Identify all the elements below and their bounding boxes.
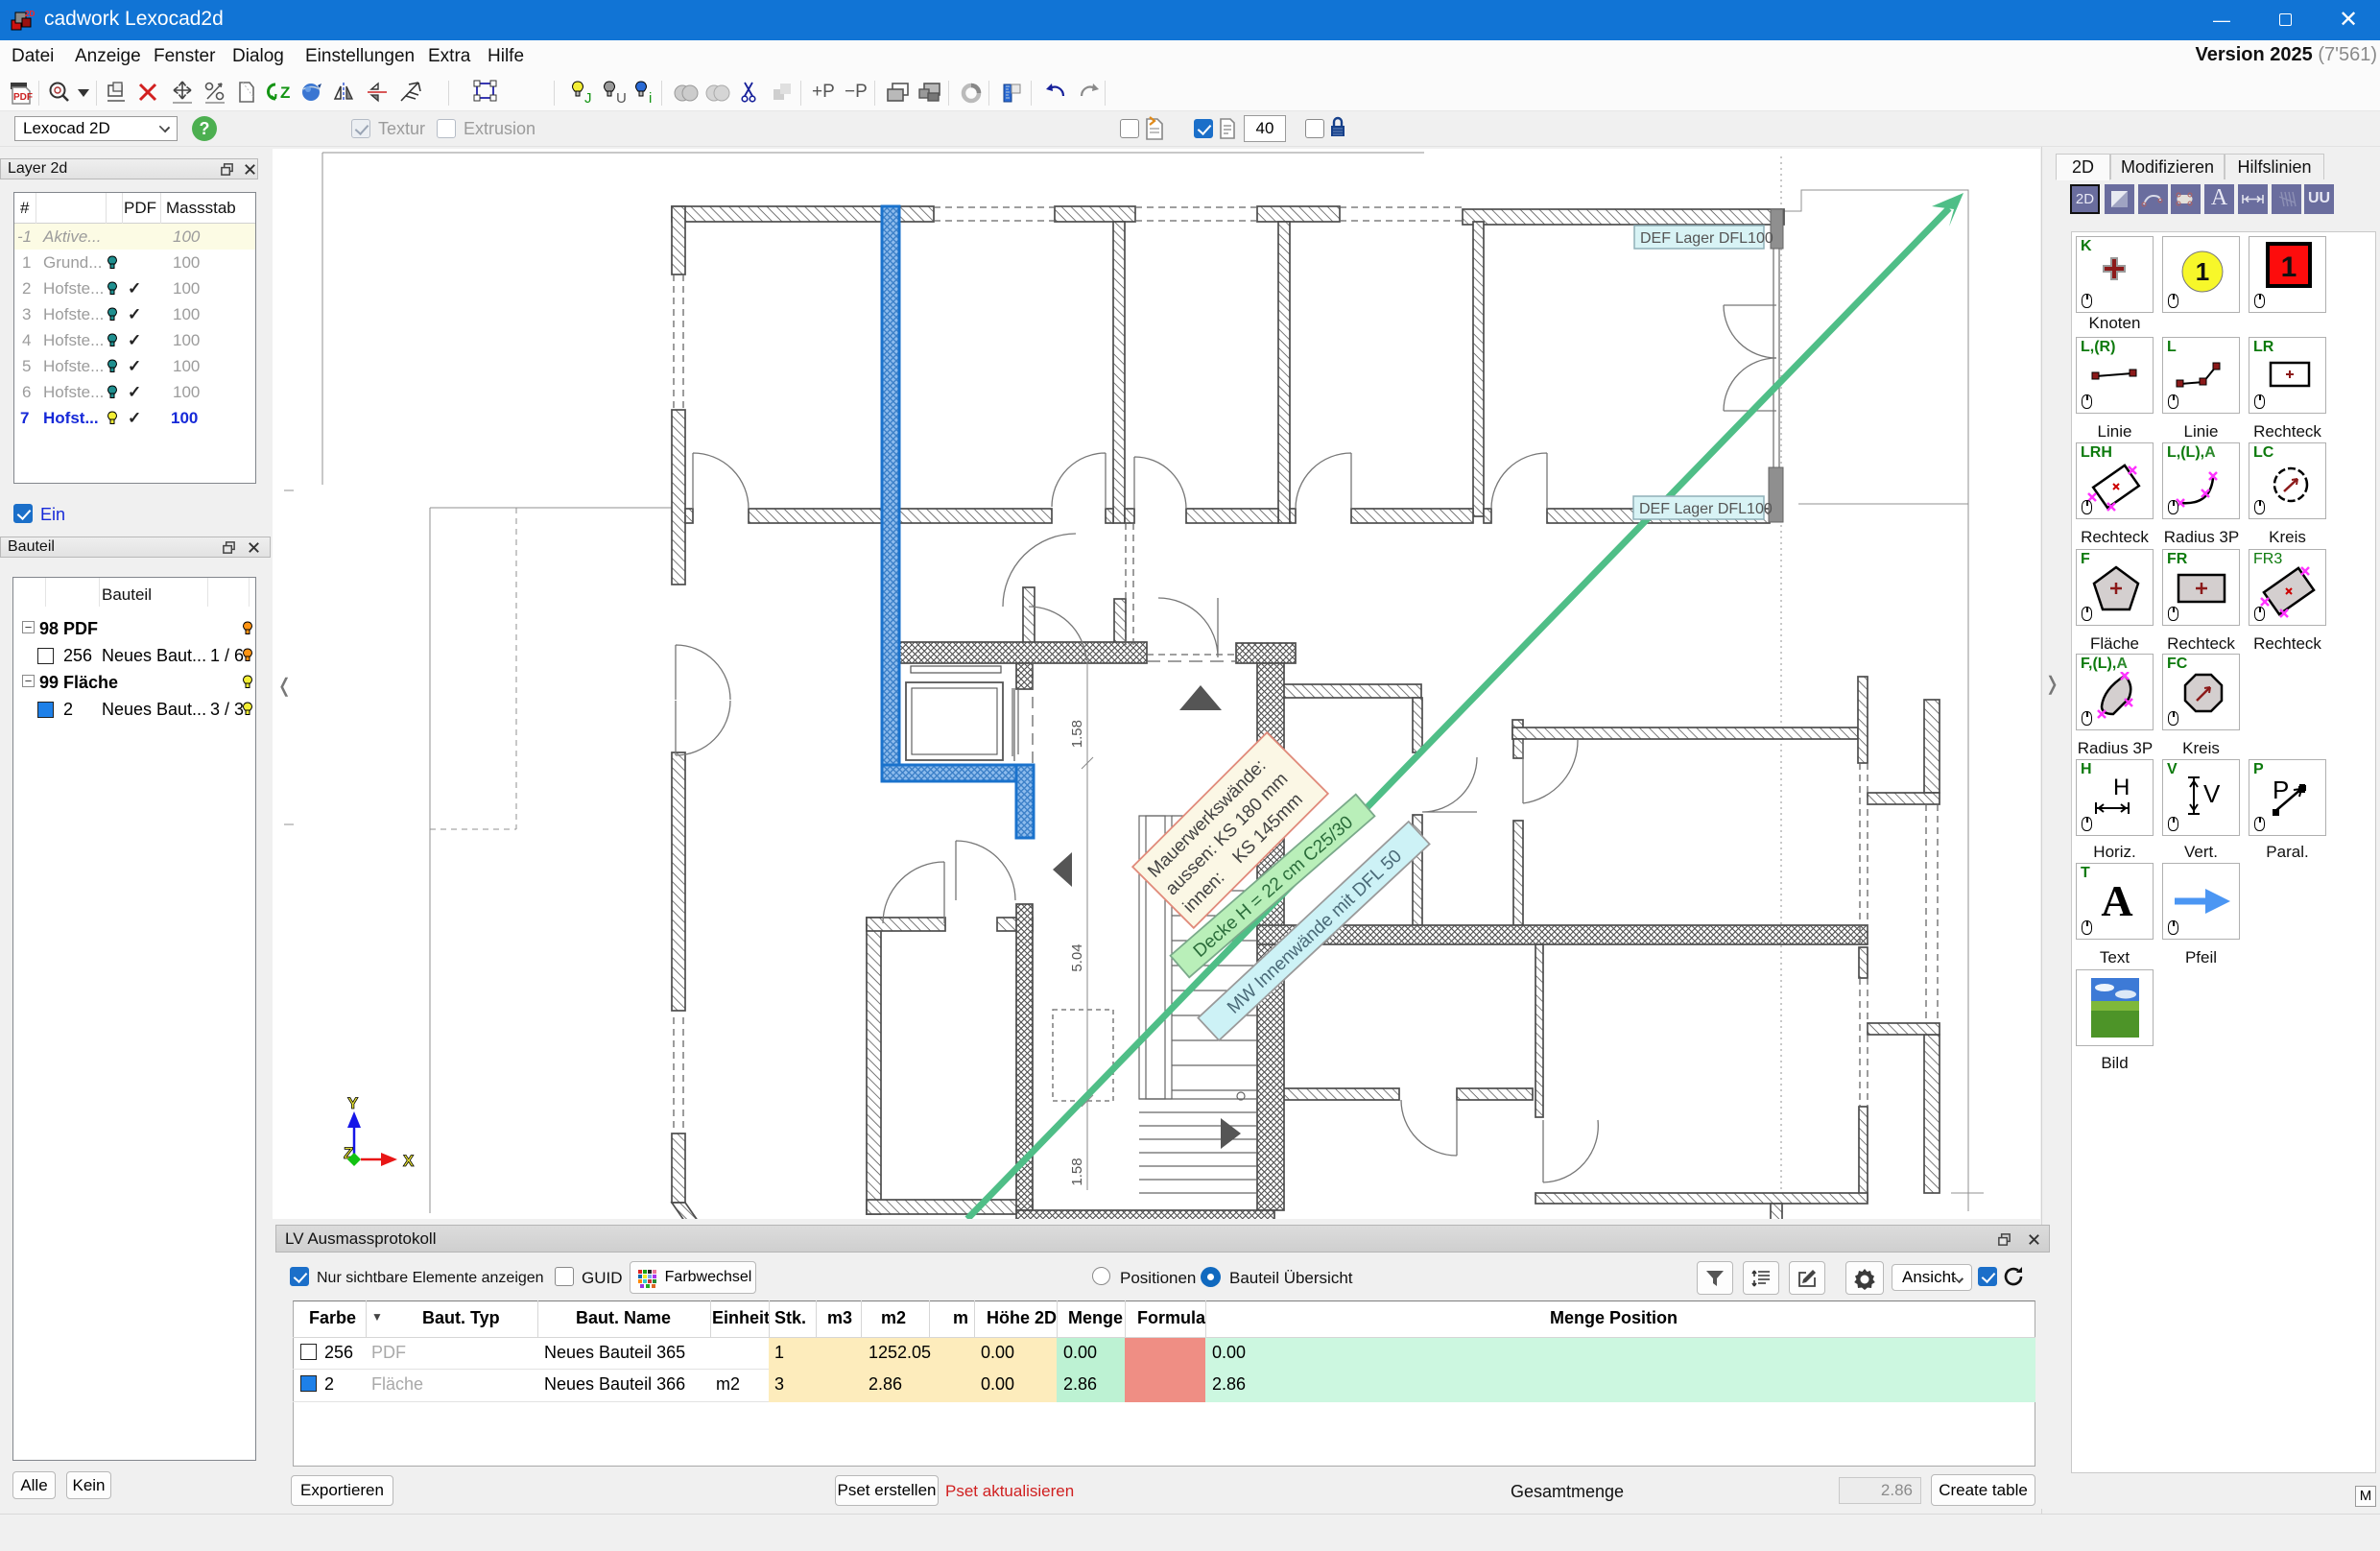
svg-text:1.58: 1.58 — [1069, 1157, 1085, 1185]
svg-text:1: 1 — [2281, 251, 2297, 283]
svg-text:1.58: 1.58 — [1069, 720, 1085, 748]
svg-text:X: X — [403, 1152, 415, 1170]
svg-text:A: A — [2101, 877, 2132, 923]
svg-text:Y: Y — [347, 1094, 359, 1112]
svg-text:V: V — [2203, 779, 2221, 808]
svg-text:5.04: 5.04 — [1069, 943, 1085, 971]
svg-text:H: H — [2113, 775, 2130, 800]
svg-text:DEF Lager DFL100: DEF Lager DFL100 — [1639, 501, 1773, 517]
svg-text:1: 1 — [2196, 257, 2209, 286]
svg-text:Z: Z — [280, 84, 290, 102]
svg-text:J: J — [584, 90, 592, 106]
svg-text:U: U — [616, 90, 627, 106]
svg-text:2D: 2D — [25, 10, 35, 18]
svg-text:DEF Lager DFL100: DEF Lager DFL100 — [1640, 230, 1773, 247]
svg-text:PDF: PDF — [13, 92, 33, 103]
svg-text:i: i — [649, 90, 652, 106]
